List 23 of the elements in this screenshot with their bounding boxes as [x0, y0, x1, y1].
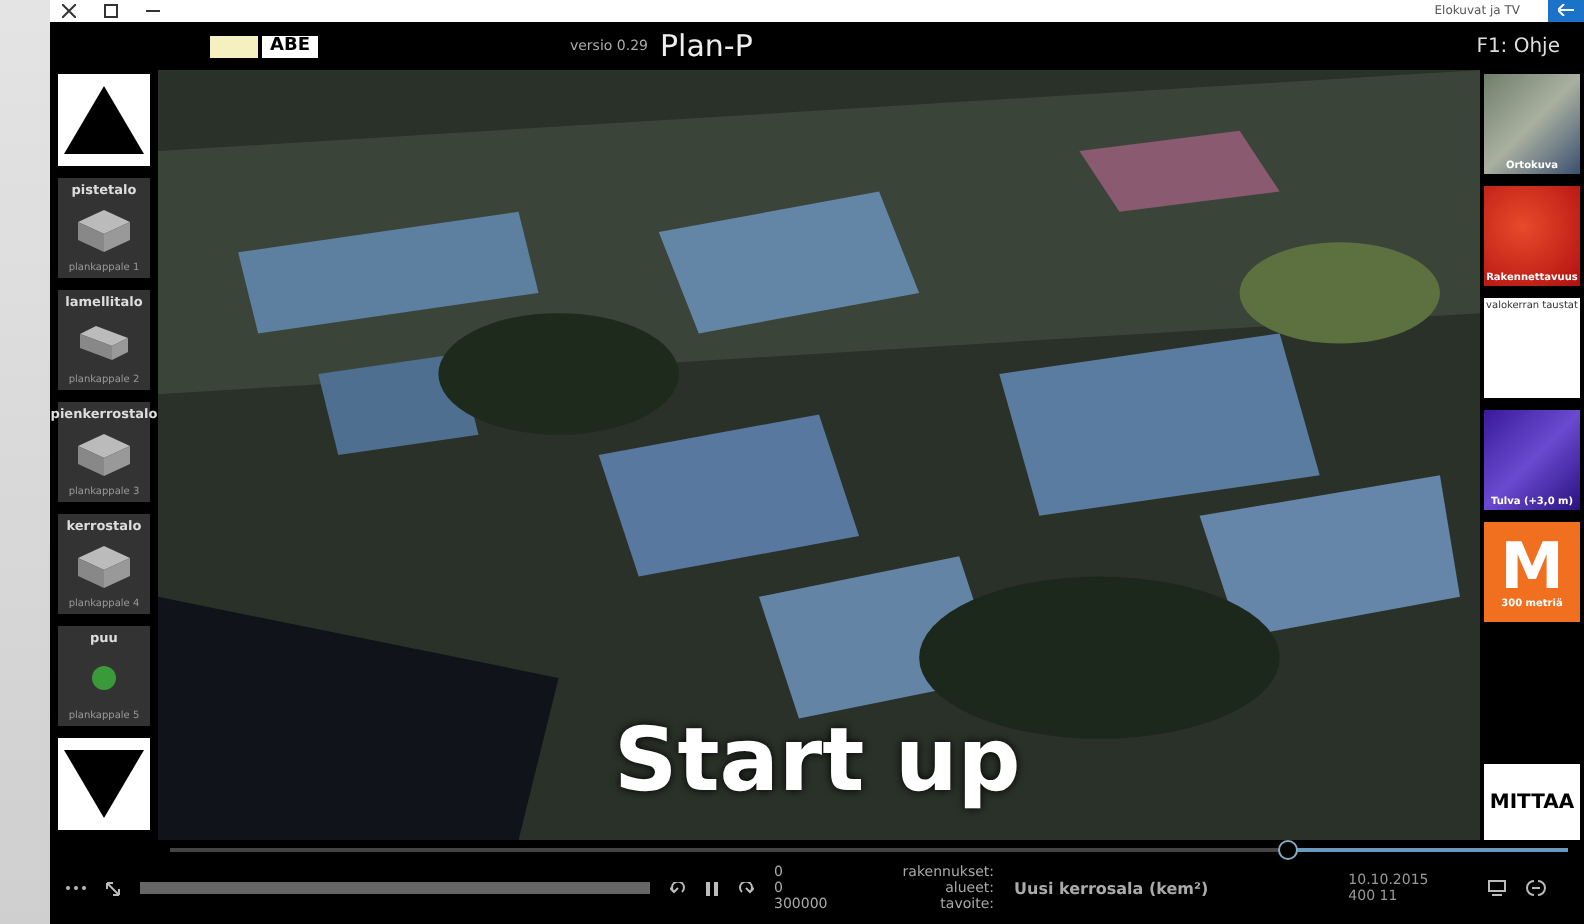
forward-icon[interactable]	[738, 881, 754, 895]
up-button[interactable]	[58, 74, 150, 166]
app-title: Plan-P	[660, 28, 753, 64]
restore-icon[interactable]	[104, 4, 118, 18]
minimize-icon[interactable]	[146, 9, 160, 13]
fullscreen-icon[interactable]	[106, 881, 120, 895]
down-button[interactable]	[58, 738, 150, 830]
metric-title: Uusi kerrosala (kem²)	[1014, 879, 1209, 897]
audio-icon[interactable]	[1526, 880, 1547, 896]
pause-icon[interactable]	[706, 881, 718, 895]
measure-button[interactable]: MITTAA	[1484, 764, 1580, 840]
block-icon	[76, 206, 132, 254]
block-icon	[76, 542, 132, 590]
rewind-icon[interactable]	[670, 881, 686, 895]
back-arrow-icon	[1558, 4, 1574, 16]
back-button[interactable]	[1548, 0, 1584, 22]
close-icon[interactable]	[62, 4, 76, 18]
logo-icon	[210, 35, 258, 57]
subtitle: Start up	[614, 710, 1021, 812]
subtitles-icon[interactable]	[1488, 880, 1507, 896]
help-label: F1: Ohje	[1476, 35, 1560, 57]
block-icon	[76, 430, 132, 478]
logo: ABE	[262, 35, 318, 57]
